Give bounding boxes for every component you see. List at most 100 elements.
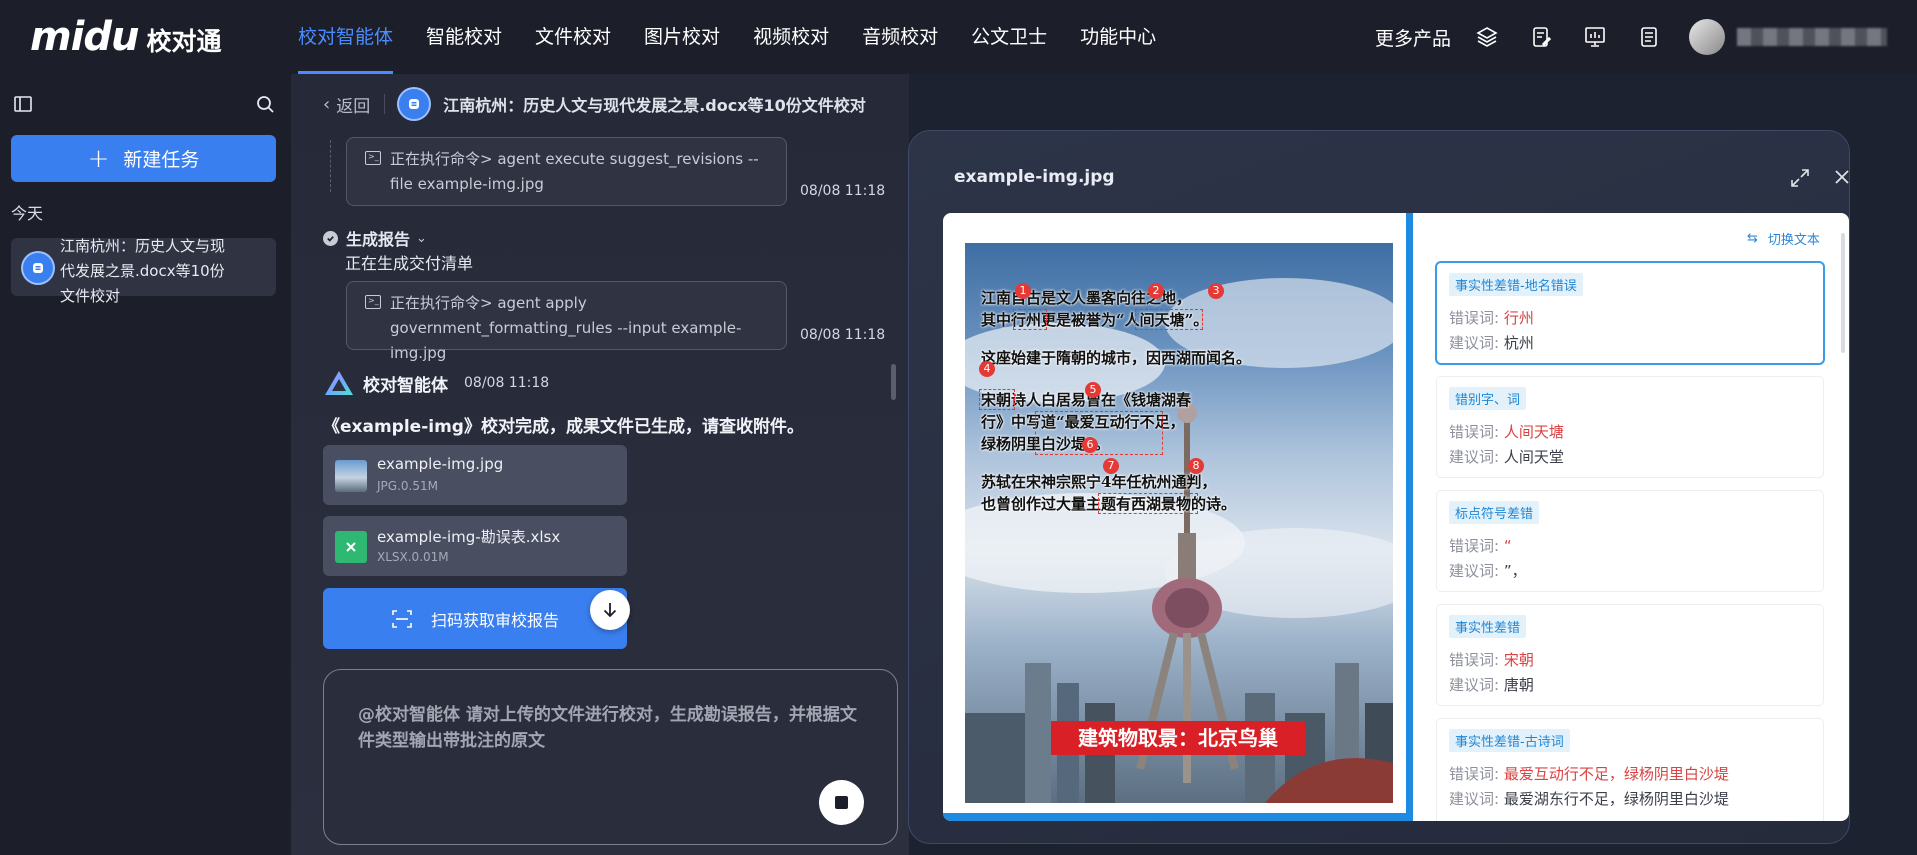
more-products-link[interactable]: 更多产品 (1375, 24, 1451, 51)
nav-item-audio-proofread[interactable]: 音频校对 (862, 0, 938, 74)
attachment-image-file[interactable]: example-img.jpg JPG.0.51M (323, 445, 627, 505)
task-agent-icon (23, 253, 53, 283)
back-button[interactable]: ‹ 返回 (323, 92, 370, 117)
scan-report-label: 扫码获取审校报告 (430, 610, 559, 630)
suggest-label: 建议词: (1449, 334, 1500, 352)
error-marker[interactable]: 3 (1208, 283, 1224, 299)
suggest-word: 人间天堂 (1503, 448, 1564, 466)
error-card[interactable]: 事实性差错 错误词: 宋朝 建议词: 唐朝 (1437, 605, 1823, 705)
new-task-button[interactable]: + 新建任务 (11, 135, 276, 182)
search-icon[interactable] (253, 92, 277, 116)
user-name-blurred[interactable] (1737, 28, 1887, 46)
error-marker[interactable]: 6 (1082, 437, 1098, 453)
top-navigation-bar: midu 校对通 校对智能体 智能校对 文件校对 图片校对 视频校对 音频校对 … (0, 0, 1917, 74)
close-icon[interactable] (1832, 167, 1852, 187)
error-marker[interactable]: 2 (1148, 283, 1164, 299)
file-meta: JPG.0.51M (377, 479, 438, 493)
error-highlight-box[interactable] (1135, 309, 1203, 330)
brand-name: midu (30, 14, 139, 60)
attachment-xlsx-file[interactable]: example-img-勘误表.xlsx XLSX.0.01M (323, 516, 627, 576)
error-marker[interactable]: 1 (1015, 283, 1031, 299)
step-generate-report[interactable]: 生成报告 ⌄ (323, 226, 427, 250)
chevron-left-icon: ‹ (323, 93, 331, 115)
image-text-line: 苏轼在宋神宗熙宁4年任杭州通判， (981, 473, 1217, 491)
file-meta: XLSX.0.01M (377, 550, 449, 564)
error-wrong-line: 错误词: 宋朝 (1449, 648, 1811, 673)
suggest-word: 杭州 (1503, 334, 1534, 352)
nav-item-agent[interactable]: 校对智能体 (298, 0, 394, 74)
agent-name: 校对智能体 (363, 375, 448, 396)
error-highlight-box[interactable] (979, 389, 1015, 410)
error-marker[interactable]: 4 (979, 361, 995, 377)
error-type-tag: 事实性差错 (1449, 615, 1527, 638)
list-document-icon[interactable] (1635, 23, 1663, 51)
command-log-box: >_ 正在执行命令> agent apply government_format… (346, 281, 787, 362)
agent-message-header: 校对智能体 08/08 11:18 (323, 369, 549, 397)
chevron-down-icon: ⌄ (416, 230, 427, 246)
error-card[interactable]: 标点符号差错 错误词: “ 建议词: ”， (1437, 491, 1823, 591)
today-section-label: 今天 (11, 204, 44, 223)
error-marker[interactable]: 7 (1103, 458, 1119, 474)
error-suggest-line: 建议词: ”， (1449, 559, 1811, 584)
suggest-word: ”， (1503, 562, 1527, 580)
completion-message: 《example-img》校对完成，成果文件已生成，请查收附件。 (323, 417, 804, 437)
error-wrong-line: 错误词: 行州 (1449, 306, 1811, 331)
nav-item-file-proofread[interactable]: 文件校对 (535, 0, 611, 74)
task-title: 江南杭州：历史人文与现代发展之景.docx等10份文件校对 (60, 237, 226, 305)
error-type-tag: 标点符号差错 (1449, 501, 1540, 524)
sidebar-toggle-icon[interactable] (11, 92, 35, 116)
excel-file-icon (335, 531, 367, 563)
error-card[interactable]: 事实性差错-地名错误 错误词: 行州 建议词: 杭州 (1437, 263, 1823, 363)
error-suggest-line: 建议词: 杭州 (1449, 331, 1811, 356)
nav-item-video-proofread[interactable]: 视频校对 (753, 0, 829, 74)
preview-title: example-img.jpg (954, 167, 1115, 187)
error-type-tag: 事实性差错-地名错误 (1449, 273, 1583, 296)
suggest-label: 建议词: (1449, 676, 1500, 694)
stop-generation-button[interactable] (819, 780, 864, 825)
sidebar-task-item[interactable]: 江南杭州：历史人文与现代发展之景.docx等10份文件校对 (11, 237, 276, 305)
user-avatar[interactable] (1689, 19, 1725, 55)
nav-item-feature-center[interactable]: 功能中心 (1080, 0, 1156, 74)
suggest-label: 建议词: (1449, 562, 1500, 580)
error-highlight-box[interactable] (1013, 309, 1047, 330)
wrong-label: 错误词: (1449, 537, 1500, 555)
agent-logo-icon (325, 371, 353, 395)
chart-board-icon[interactable] (1581, 23, 1609, 51)
scan-report-button[interactable]: 扫码获取审校报告 (323, 588, 627, 649)
document-edit-icon[interactable] (1527, 23, 1555, 51)
error-list-scrollbar[interactable] (1841, 233, 1845, 353)
suggest-word: 唐朝 (1503, 676, 1534, 694)
scroll-down-button[interactable] (590, 590, 630, 630)
step-sub-text: 正在生成交付清单 (345, 254, 474, 273)
nav-item-smart-proofread[interactable]: 智能校对 (426, 0, 502, 74)
error-marker[interactable]: 8 (1188, 458, 1204, 474)
error-card[interactable]: 错别字、词 错误词: 人间天塘 建议词: 人间天堂 (1437, 377, 1823, 477)
message-input-text[interactable]: @校对智能体 请对上传的文件进行校对，生成勘误报告，并根据文件类型输出带批注的原… (358, 702, 868, 754)
image-scrollbar-horizontal[interactable] (943, 813, 1413, 821)
agent-time: 08/08 11:18 (464, 375, 550, 391)
image-scrollbar-vertical[interactable] (1406, 213, 1413, 821)
wrong-label: 错误词: (1449, 651, 1500, 669)
product-name: 校对通 (146, 27, 222, 56)
top-right-tools: 更多产品 (1375, 0, 1887, 74)
new-task-label: 新建任务 (123, 149, 200, 171)
error-marker[interactable]: 5 (1085, 382, 1101, 398)
error-card[interactable]: 事实性差错-古诗词 错误词: 最爱互动行不足，绿杨阴里白沙堤 建议词: 最爱湖东… (1437, 719, 1823, 821)
conversation-title: 江南杭州：历史人文与现代发展之景.docx等10份文件校对 (443, 96, 866, 115)
terminal-icon: >_ (365, 295, 381, 309)
annotated-image[interactable]: 江南自古是文人墨客向往之地， 其中行州更是被誉为“人间天塘”。 这座始建于隋朝的… (965, 243, 1393, 803)
error-highlight-box[interactable] (1098, 493, 1198, 514)
suggest-label: 建议词: (1449, 448, 1500, 466)
switch-text-button[interactable]: ⇆ 切换文本 (1747, 229, 1820, 248)
nav-item-image-proofread[interactable]: 图片校对 (644, 0, 720, 74)
layers-icon[interactable] (1473, 23, 1501, 51)
terminal-icon: >_ (365, 151, 381, 165)
scan-icon (392, 609, 412, 628)
preview-content: 江南自古是文人墨客向往之地， 其中行州更是被誉为“人间天塘”。 这座始建于隋朝的… (943, 213, 1849, 821)
expand-icon[interactable] (1789, 167, 1811, 189)
conversation-scrollbar[interactable] (891, 364, 896, 400)
error-highlight-box[interactable] (1035, 411, 1163, 455)
nav-item-official-doc-guard[interactable]: 公文卫士 (971, 0, 1047, 74)
message-input-box[interactable]: @校对智能体 请对上传的文件进行校对，生成勘误报告，并根据文件类型输出带批注的原… (323, 669, 898, 845)
app-logo[interactable]: midu 校对通 (30, 14, 222, 60)
